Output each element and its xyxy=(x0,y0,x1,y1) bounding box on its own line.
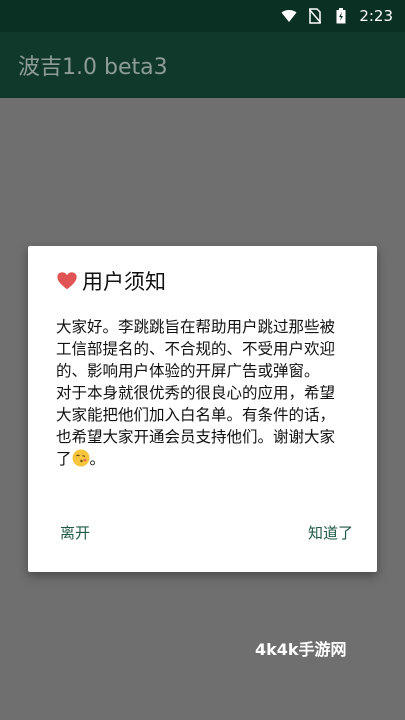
dialog-paragraph-1: 大家好。李跳跳旨在帮助用户跳过那些被工信部提名的、不合规的、不受用户欢迎的、影响… xyxy=(56,318,336,380)
no-sim-icon xyxy=(307,8,323,24)
app-bar: 波吉1.0 beta3 xyxy=(0,32,405,98)
dialog-title: 用户须知 xyxy=(56,266,166,296)
heart-icon xyxy=(56,270,78,292)
battery-charging-icon xyxy=(333,8,349,24)
app-title: 波吉1.0 beta3 xyxy=(18,55,168,80)
user-notice-dialog: 用户须知 大家好。李跳跳旨在帮助用户跳过那些被工信部提名的、不合规的、不受用户欢… xyxy=(28,246,377,572)
acknowledge-button[interactable]: 知道了 xyxy=(304,518,357,547)
dialog-body: 大家好。李跳跳旨在帮助用户跳过那些被工信部提名的、不合规的、不受用户欢迎的、影响… xyxy=(56,316,350,470)
watermark: 4k4k手游网 xyxy=(255,640,347,659)
wifi-icon xyxy=(281,8,297,24)
dialog-title-text: 用户须知 xyxy=(82,270,166,294)
dialog-paragraph-2: 对于本身就很优秀的很良心的应用，希望大家能把他们加入白名单。有条件的话，也希望大… xyxy=(56,382,350,470)
status-bar: 2:23 xyxy=(0,0,405,32)
status-time: 2:23 xyxy=(359,7,393,25)
leave-button[interactable]: 离开 xyxy=(56,518,94,547)
dialog-actions: 离开 知道了 xyxy=(28,518,377,548)
dialog-paragraph-2-end: 。 xyxy=(89,450,106,468)
blowing-kiss-emoji-icon xyxy=(72,449,90,467)
